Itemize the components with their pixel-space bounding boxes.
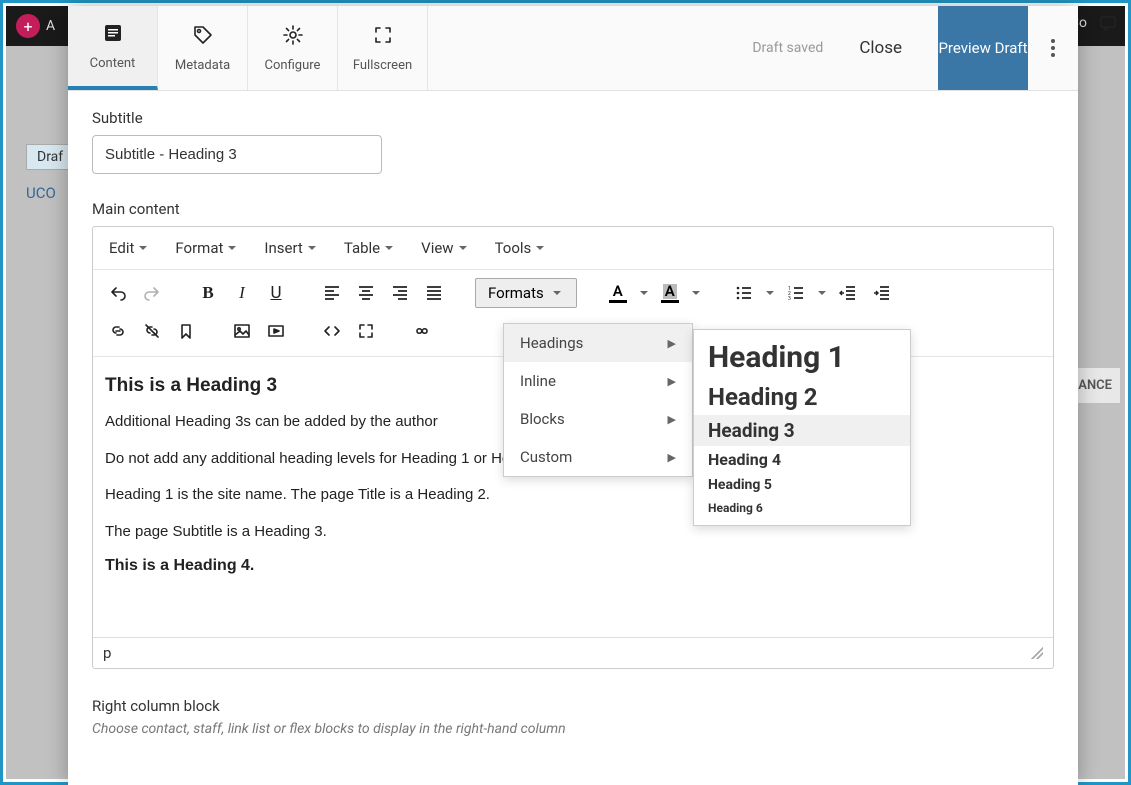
heading-4-option[interactable]: Heading 4 [694, 446, 910, 473]
bg-add-label: A [46, 18, 55, 34]
align-justify-button[interactable] [419, 278, 449, 308]
indent-button[interactable] [867, 278, 897, 308]
redo-button[interactable] [137, 278, 167, 308]
status-path[interactable]: p [103, 644, 111, 662]
tab-configure-label: Configure [265, 58, 321, 73]
unlink-button[interactable] [137, 316, 167, 346]
menu-format[interactable]: Format [175, 239, 236, 257]
heading-2-option[interactable]: Heading 2 [694, 379, 910, 415]
menu-insert[interactable]: Insert [264, 239, 315, 257]
speech-icon [1099, 14, 1117, 32]
formats-item-label: Inline [520, 372, 556, 390]
content-heading-4: This is a Heading 4. [105, 557, 1041, 575]
heading-5-option[interactable]: Heading 5 [694, 473, 910, 497]
gear-icon [282, 24, 304, 52]
content-icon [102, 22, 124, 50]
chevron-right-icon: ▶ [668, 375, 676, 388]
kebab-icon [1050, 38, 1056, 58]
close-button[interactable]: Close [847, 30, 914, 66]
image-button[interactable] [227, 316, 257, 346]
svg-text:3: 3 [788, 296, 791, 302]
bullet-list-button[interactable] [729, 278, 759, 308]
right-column-label: Right column block [92, 697, 1054, 715]
menu-view[interactable]: View [421, 239, 466, 257]
formats-label: Formats [488, 284, 544, 302]
link-button[interactable] [103, 316, 133, 346]
media-button[interactable] [261, 316, 291, 346]
bookmark-button[interactable] [171, 316, 201, 346]
code-button[interactable] [317, 316, 347, 346]
formats-menu-blocks[interactable]: Blocks ▶ [504, 400, 692, 438]
chevron-down-icon [550, 291, 564, 295]
text-color-caret[interactable] [637, 291, 651, 295]
expand-button[interactable] [351, 316, 381, 346]
tab-fullscreen[interactable]: Fullscreen [338, 6, 428, 90]
bullet-caret[interactable] [763, 291, 777, 295]
chevron-right-icon: ▶ [668, 337, 676, 350]
formats-item-label: Blocks [520, 410, 565, 428]
tab-fullscreen-label: Fullscreen [353, 58, 412, 73]
formats-item-label: Headings [520, 334, 583, 352]
chevron-right-icon: ▶ [668, 413, 676, 426]
align-center-button[interactable] [351, 278, 381, 308]
bg-draft-pill: Draf [26, 144, 74, 170]
bg-uco: UCO [26, 184, 56, 202]
formats-menu-custom[interactable]: Custom ▶ [504, 438, 692, 476]
formats-menu-headings[interactable]: Headings ▶ [504, 324, 692, 362]
draft-saved-label: Draft saved [752, 40, 823, 56]
tab-metadata-label: Metadata [175, 58, 230, 73]
bg-color-button[interactable]: A [655, 278, 685, 308]
chevron-right-icon: ▶ [668, 451, 676, 464]
tab-metadata[interactable]: Metadata [158, 6, 248, 90]
outdent-button[interactable] [833, 278, 863, 308]
tab-content-label: Content [90, 56, 136, 71]
formats-dropdown[interactable]: Formats [475, 278, 577, 308]
infinity-button[interactable] [407, 316, 437, 346]
menu-table[interactable]: Table [344, 239, 393, 257]
formats-menu-inline[interactable]: Inline ▶ [504, 362, 692, 400]
subtitle-input[interactable] [92, 135, 382, 174]
numbered-caret[interactable] [815, 291, 829, 295]
add-icon: + [16, 14, 40, 38]
resize-grip[interactable] [1031, 647, 1043, 659]
modal-header: Content Metadata Configure Fullscreen [68, 6, 1078, 91]
right-column-help: Choose contact, staff, link list or flex… [92, 721, 1054, 737]
bold-button[interactable]: B [193, 278, 223, 308]
underline-button[interactable]: U [261, 278, 291, 308]
subtitle-label: Subtitle [92, 109, 1054, 127]
editor-menubar: Edit Format Insert Table View Tools [93, 227, 1053, 270]
italic-button[interactable]: I [227, 278, 257, 308]
tab-configure[interactable]: Configure [248, 6, 338, 90]
heading-1-option[interactable]: Heading 1 [694, 336, 910, 379]
editor-statusbar: p [93, 637, 1053, 668]
formats-menu: Headings ▶ Inline ▶ Blocks ▶ Custom ▶ [503, 323, 693, 477]
numbered-list-button[interactable]: 123 [781, 278, 811, 308]
heading-6-option[interactable]: Heading 6 [694, 497, 910, 519]
bg-color-caret[interactable] [689, 291, 703, 295]
headings-submenu: Heading 1 Heading 2 Heading 3 Heading 4 … [693, 329, 911, 526]
menu-edit[interactable]: Edit [109, 239, 147, 257]
fullscreen-icon [372, 24, 394, 52]
undo-button[interactable] [103, 278, 133, 308]
tag-icon [192, 24, 214, 52]
preview-draft-button[interactable]: Preview Draft [938, 6, 1028, 90]
text-color-button[interactable]: A [603, 278, 633, 308]
menu-tools[interactable]: Tools [495, 239, 545, 257]
formats-item-label: Custom [520, 448, 572, 466]
main-content-label: Main content [92, 200, 1054, 218]
align-right-button[interactable] [385, 278, 415, 308]
heading-3-option[interactable]: Heading 3 [694, 415, 910, 446]
align-left-button[interactable] [317, 278, 347, 308]
more-menu-button[interactable] [1028, 6, 1078, 90]
tab-content[interactable]: Content [68, 6, 158, 90]
